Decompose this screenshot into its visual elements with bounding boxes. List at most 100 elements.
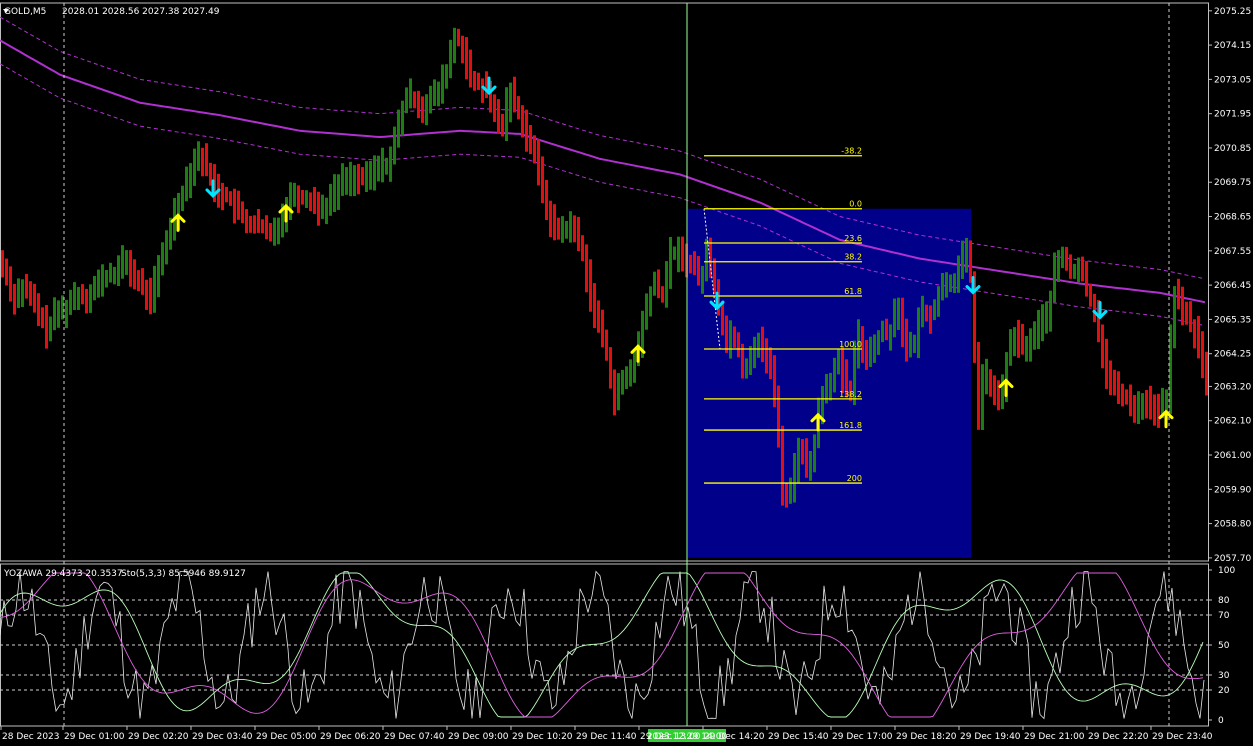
fibonacci-level-label: 61.8 [844, 287, 862, 296]
candle [737, 332, 740, 358]
candle [161, 242, 164, 276]
candle [85, 288, 88, 314]
candle [473, 71, 476, 91]
candle [189, 163, 192, 199]
candle [1029, 328, 1032, 362]
candle [261, 219, 264, 234]
candle [877, 330, 880, 355]
candle [765, 338, 768, 374]
candle [937, 286, 940, 317]
candle [393, 126, 396, 165]
candle [385, 157, 388, 175]
price-pane[interactable]: -38.2 0.0 23.6 38.2 61.8 100.0 138.2 161.8 200 20… [0, 2, 1251, 564]
candle [349, 161, 352, 197]
candle [725, 315, 728, 353]
candle [345, 167, 348, 195]
candle [461, 35, 464, 64]
candle [1181, 286, 1184, 326]
candle [185, 166, 188, 202]
candle [801, 439, 804, 465]
candle [81, 284, 84, 305]
candle [1069, 254, 1072, 279]
candle [661, 286, 664, 303]
candle [117, 255, 120, 286]
candle [953, 273, 956, 294]
candle [1009, 329, 1012, 366]
candle [985, 358, 988, 395]
price-axis-label: 2073.05 [1214, 75, 1251, 85]
time-axis-label: 29 Dec 17:00 [832, 732, 893, 742]
candle [13, 284, 16, 315]
candle [341, 163, 344, 196]
candle [205, 143, 208, 177]
candle [561, 216, 564, 243]
oscillator-axis-label: 20 [1218, 686, 1230, 696]
candle [1001, 374, 1004, 410]
candle [533, 135, 536, 164]
candle [585, 244, 588, 293]
candle [253, 215, 256, 234]
candle [1041, 304, 1044, 342]
moving-average-upper-band [0, 16, 1206, 280]
candle [405, 87, 408, 114]
time-axis-label: 29 Dec 10:20 [512, 732, 573, 742]
fibonacci-level-label: -38.2 [841, 147, 862, 156]
candle [1149, 385, 1152, 420]
candle [665, 261, 668, 308]
candle [97, 269, 100, 298]
candle [57, 300, 60, 328]
candle [53, 297, 56, 331]
candle [105, 270, 108, 288]
price-axis-label: 2071.95 [1214, 110, 1251, 120]
candle [597, 300, 600, 333]
candle [181, 185, 184, 212]
moving-average-lower-band [0, 63, 1206, 327]
candle [981, 364, 984, 430]
candle [669, 237, 672, 289]
candle [625, 366, 628, 389]
fibonacci-level-label: 0.0 [849, 200, 862, 209]
candle [149, 277, 152, 315]
price-axis-label: 2058.80 [1214, 520, 1251, 530]
candle [1105, 338, 1108, 389]
candle [721, 300, 724, 336]
price-axis-label: 2059.90 [1214, 485, 1251, 495]
candle [1153, 394, 1156, 426]
price-axis-label: 2057.70 [1214, 554, 1251, 564]
candle [673, 246, 676, 260]
candle [9, 266, 12, 302]
trading-chart[interactable]: -38.20.023.638.261.8100.0138.2161.820020… [0, 0, 1253, 746]
candle [77, 286, 80, 310]
time-axis-label: 29 Dec 13:00 [640, 732, 701, 742]
candle [377, 155, 380, 182]
candle [941, 273, 944, 301]
candle [653, 271, 656, 296]
candle [729, 320, 732, 359]
candle [417, 90, 420, 119]
candle [329, 183, 332, 216]
price-axis-label: 2075.25 [1214, 7, 1251, 17]
candle [505, 87, 508, 141]
time-axis-label: 29 Dec 22:20 [1088, 732, 1149, 742]
candle [885, 318, 888, 341]
candle [481, 78, 484, 103]
candle [997, 380, 1000, 411]
candle [833, 357, 836, 393]
candle [769, 347, 772, 380]
candle [689, 254, 692, 274]
candle [73, 282, 76, 310]
candle [1185, 301, 1188, 325]
oscillator-pane[interactable]: 100 80 70 50 30 20 0 [0, 563, 1235, 727]
candle [761, 326, 764, 363]
candle [269, 223, 272, 242]
time-axis-label: 29 Dec 06:20 [320, 732, 381, 742]
candle [301, 190, 304, 205]
candle [137, 270, 140, 292]
candle [433, 79, 436, 106]
candle [1201, 331, 1204, 379]
candle [125, 250, 128, 275]
candle [37, 293, 40, 326]
up-arrow-icon [1158, 409, 1174, 429]
candle [657, 269, 660, 299]
candle [961, 240, 964, 279]
